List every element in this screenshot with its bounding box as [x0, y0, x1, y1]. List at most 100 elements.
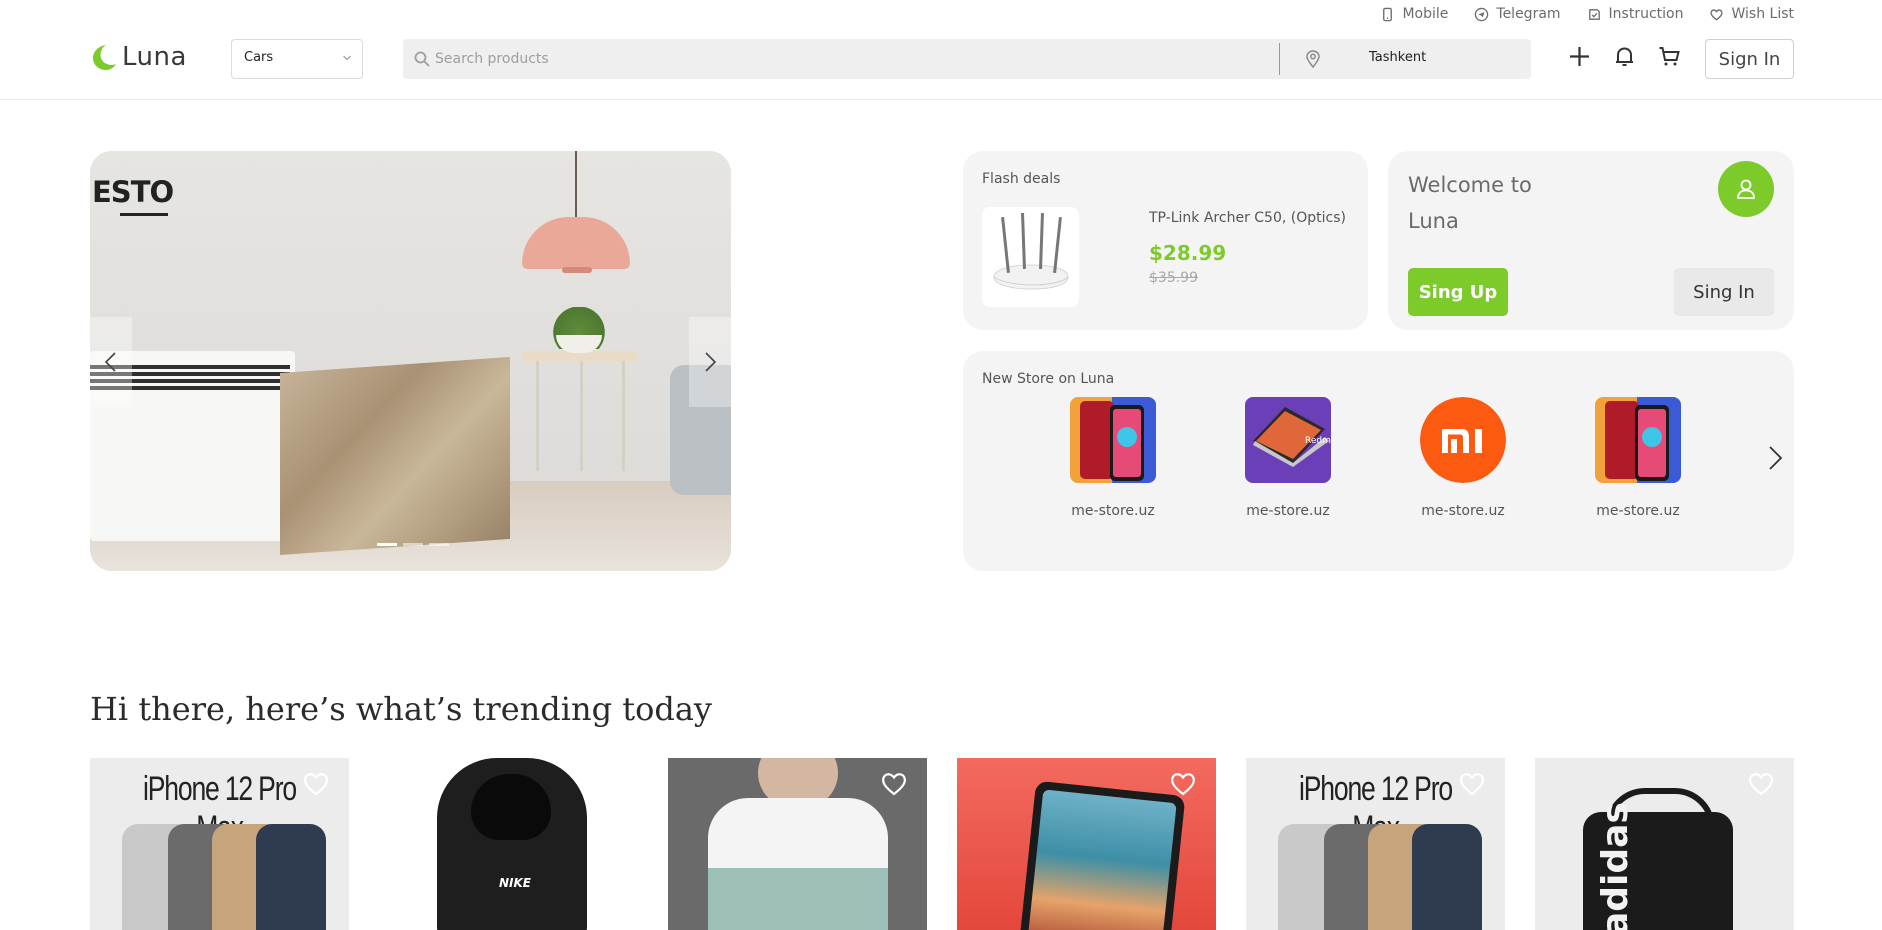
hero-dots [377, 543, 449, 546]
new-stores-title: New Store on Luna [982, 371, 1115, 387]
product-card[interactable]: NIKE [379, 758, 638, 930]
logo-text: Luna [122, 42, 187, 72]
hero-prev-button[interactable] [90, 317, 132, 407]
table-leg [536, 361, 539, 471]
search-icon [414, 51, 430, 67]
utility-label-mobile: Mobile [1402, 6, 1449, 22]
tshirt-bottom [708, 868, 888, 930]
product-card[interactable] [957, 758, 1216, 930]
category-select-value: Cars [244, 50, 274, 65]
table-leg [580, 361, 583, 471]
new-stores-card: New Store on Luna me-store.uz Redmi me-s… [963, 351, 1794, 571]
store-item[interactable]: me-store.uz [1588, 397, 1688, 519]
moon-logo-icon [93, 45, 116, 70]
bag-brand: adidas [1595, 802, 1636, 930]
location-pin-icon[interactable] [1303, 49, 1323, 69]
tshirt-top [708, 798, 888, 868]
store-name: me-store.uz [1246, 503, 1330, 519]
category-select[interactable]: Cars [231, 39, 363, 79]
product-card[interactable]: iPhone 12 Pro Max [1246, 758, 1505, 930]
store-thumb [1420, 397, 1506, 483]
bell-icon[interactable] [1612, 44, 1637, 69]
welcome-signin-button[interactable]: Sing In [1674, 268, 1774, 316]
heart-icon[interactable] [1746, 768, 1776, 798]
ipad-screen [1027, 789, 1177, 930]
chevron-down-icon [343, 55, 351, 61]
flash-deal-name: TP-Link Archer C50, (Optics) [1149, 210, 1346, 226]
table-leg [622, 361, 625, 471]
utility-link-telegram[interactable]: Telegram [1474, 6, 1561, 22]
mobile-icon [1383, 7, 1393, 21]
location-city[interactable]: Tashkent [1369, 50, 1426, 65]
signin-button[interactable]: Sign In [1705, 39, 1794, 79]
hero-next-button[interactable] [689, 317, 731, 407]
store-item[interactable]: Redmi me-store.uz [1238, 397, 1338, 519]
hero-brand: ESTO [92, 175, 174, 209]
search-input[interactable] [435, 39, 1275, 79]
utility-link-mobile[interactable]: Mobile [1380, 6, 1448, 22]
hero-dot[interactable] [377, 543, 397, 546]
product-card[interactable] [668, 758, 927, 930]
user-icon [1737, 179, 1755, 199]
header-actions [1567, 44, 1682, 69]
welcome-text: Welcome to Luna [1408, 173, 1532, 233]
heart-icon[interactable] [301, 768, 331, 798]
store-item[interactable]: me-store.uz [1413, 397, 1513, 519]
signup-button[interactable]: Sing Up [1408, 268, 1508, 316]
cart-icon[interactable] [1657, 44, 1682, 69]
store-name: me-store.uz [1596, 503, 1680, 519]
heart-icon[interactable] [879, 768, 909, 798]
hero-dot[interactable] [403, 543, 423, 546]
instruction-icon [1588, 8, 1600, 20]
ipad-body [1018, 780, 1186, 930]
flash-deal-image [982, 207, 1079, 307]
lamp-cord [575, 151, 577, 221]
flash-deals-title: Flash deals [982, 171, 1061, 187]
product-card[interactable]: iPhone 12 Pro Max [90, 758, 349, 930]
stores-next-icon[interactable] [1764, 443, 1786, 473]
flash-deal-price: $28.99 [1149, 241, 1227, 265]
store-thumb-text: Redmi [1305, 436, 1331, 446]
avatar[interactable] [1718, 161, 1774, 217]
utility-link-wishlist[interactable]: Wish List [1709, 6, 1794, 22]
flash-deals-card[interactable]: Flash deals TP-Link Archer C50, (Optics)… [963, 151, 1368, 330]
router-image [993, 212, 1069, 290]
redmi-phone-image [1070, 397, 1156, 483]
flash-deal-old-price: $35.99 [1149, 270, 1198, 286]
heart-icon [1710, 8, 1724, 20]
redmi-phone-image [1595, 397, 1681, 483]
heart-icon[interactable] [1457, 768, 1487, 798]
plus-icon[interactable] [1567, 44, 1592, 69]
product-card[interactable]: adidas [1535, 758, 1794, 930]
search-bar: Tashkent [403, 39, 1531, 79]
store-name: me-store.uz [1421, 503, 1505, 519]
store-name: me-store.uz [1071, 503, 1155, 519]
redmi-laptop-image: Redmi [1245, 397, 1331, 483]
search-divider [1279, 43, 1280, 75]
store-thumb: Redmi [1245, 397, 1331, 483]
hero-brand-underline [120, 213, 168, 216]
store-thumb [1070, 397, 1156, 483]
jacket-logo: NIKE [499, 876, 532, 890]
mi-logo-image [1420, 397, 1506, 483]
heart-icon[interactable] [1168, 768, 1198, 798]
marble-panel [280, 356, 510, 556]
telegram-icon [1475, 7, 1489, 21]
hero-dot[interactable] [429, 543, 449, 546]
utility-label-telegram: Telegram [1496, 6, 1561, 22]
header: Luna Cars Tashkent Sign In [0, 36, 1882, 100]
lamp-base [562, 267, 592, 273]
phone-blue [1412, 824, 1482, 930]
utility-link-instruction[interactable]: Instruction [1587, 6, 1684, 22]
phone-blue [256, 824, 326, 930]
chevron-right-icon [705, 352, 717, 372]
welcome-card: Welcome to Luna Sing Up Sing In [1388, 151, 1794, 330]
store-item[interactable]: me-store.uz [1063, 397, 1163, 519]
hero-carousel: ESTO [90, 151, 731, 571]
logo[interactable]: Luna [90, 42, 187, 72]
utility-label-wishlist: Wish List [1731, 6, 1794, 22]
jacket-hood [471, 774, 551, 840]
store-thumb [1595, 397, 1681, 483]
chevron-left-icon [104, 352, 116, 372]
utility-label-instruction: Instruction [1608, 6, 1684, 22]
